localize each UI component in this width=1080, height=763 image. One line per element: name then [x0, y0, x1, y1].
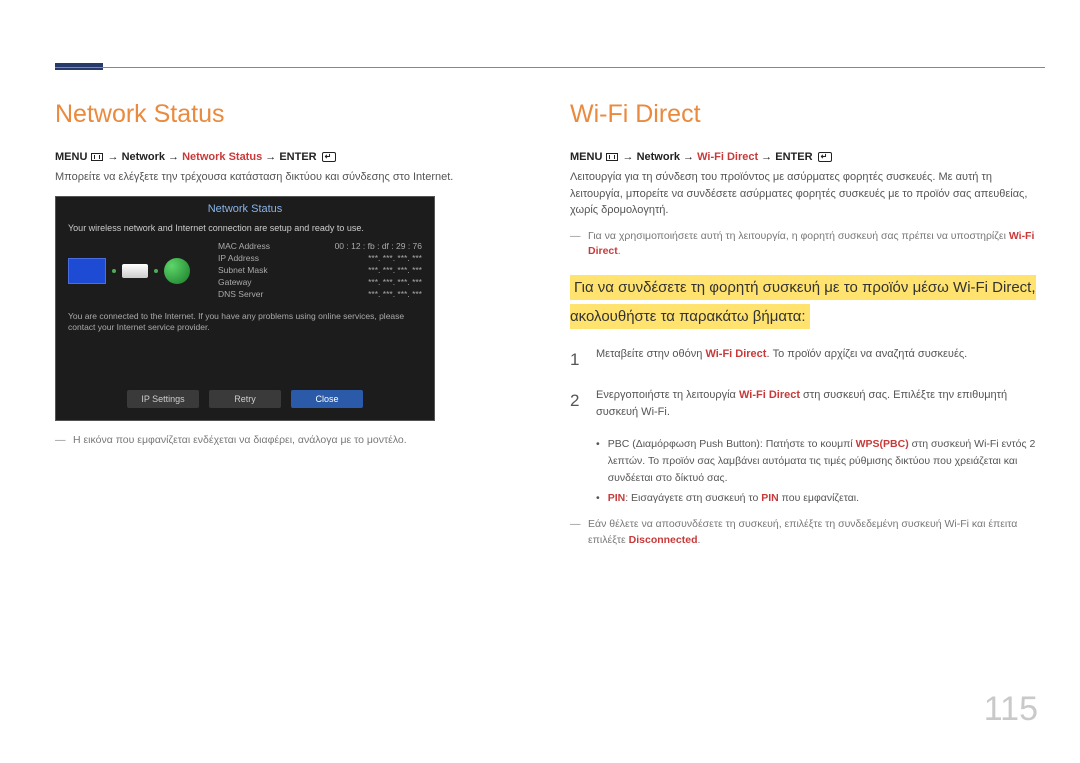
ss-connection-graphic: [68, 241, 218, 301]
wifi-direct-term: Wi-Fi Direct: [705, 348, 766, 360]
step-body: Μεταβείτε στην οθόνη Wi-Fi Direct. Το πρ…: [596, 346, 967, 373]
ss-key: Subnet Mask: [218, 265, 268, 275]
bullet-pin: PIN: Εισαγάγετε στη συσκευή το PIN που ε…: [596, 490, 1045, 507]
menu-grid-icon: [606, 153, 618, 161]
menu-path-network-status: MENU → Network → Network Status → ENTER: [55, 151, 530, 163]
body-text: Λειτουργία για τη σύνδεση του προϊόντος …: [570, 169, 1045, 219]
bullet-body: PIN: Εισαγάγετε στη συσκευή το PIN που ε…: [608, 490, 859, 507]
menu-grid-icon: [91, 153, 103, 161]
menu-label: MENU: [570, 151, 602, 163]
step-1: 1 Μεταβείτε στην οθόνη Wi-Fi Direct. Το …: [570, 346, 1045, 373]
wifi-direct-term: Wi-Fi Direct: [739, 389, 800, 401]
bullet-pbc: PBC (Διαμόρφωση Push Button): Πατήστε το…: [596, 436, 1045, 486]
step-2: 2 Ενεργοποιήστε τη λειτουργία Wi-Fi Dire…: [570, 387, 1045, 422]
ss-message: Your wireless network and Internet conne…: [68, 223, 422, 233]
image-note: Η εικόνα που εμφανίζεται ενδέχεται να δι…: [55, 433, 530, 449]
menu-step: ENTER: [279, 151, 316, 163]
step-text: Μεταβείτε στην οθόνη: [596, 348, 705, 360]
menu-step: Network: [122, 151, 165, 163]
body-text: Μπορείτε να ελέγξετε την τρέχουσα κατάστ…: [55, 169, 530, 186]
header-rule: [55, 67, 1045, 68]
ss-key: IP Address: [218, 253, 259, 263]
menu-step-highlight: Network Status: [182, 151, 262, 163]
bullet-text: : Εισαγάγετε στη συσκευή το: [625, 492, 761, 504]
left-column: Network Status MENU → Network → Network …: [55, 100, 530, 557]
step-number: 2: [570, 387, 584, 422]
close-button[interactable]: Close: [291, 390, 363, 408]
sub-heading: Για να συνδέσετε τη φορητή συσκευή με το…: [570, 275, 1036, 329]
step-text: . Το προϊόν αρχίζει να αναζητά συσκευές.: [766, 348, 967, 360]
menu-label: MENU: [55, 151, 87, 163]
step-text: Ενεργοποιήστε τη λειτουργία: [596, 389, 739, 401]
pin-term: PIN: [608, 492, 626, 504]
menu-path-wifi-direct: MENU → Network → Wi-Fi Direct → ENTER: [570, 151, 1045, 163]
page-number: 115: [984, 690, 1038, 729]
ss-val: 00 : 12 : fb : df : 29 : 76: [335, 241, 422, 251]
step-body: Ενεργοποιήστε τη λειτουργία Wi-Fi Direct…: [596, 387, 1045, 422]
support-note: Για να χρησιμοποιήσετε αυτή τη λειτουργί…: [570, 229, 1045, 261]
monitor-icon: [68, 258, 106, 284]
globe-icon: [164, 258, 190, 284]
ip-settings-button[interactable]: IP Settings: [127, 390, 199, 408]
section-title-network-status: Network Status: [55, 100, 530, 129]
wps-pbc-term: WPS(PBC): [856, 438, 909, 450]
note-text: Για να χρησιμοποιήσετε αυτή τη λειτουργί…: [588, 230, 1009, 242]
ss-val: ***. ***. ***. ***: [368, 277, 422, 287]
menu-step: Network: [637, 151, 680, 163]
disconnected-term: Disconnected: [629, 534, 698, 546]
ss-title: Network Status: [68, 203, 422, 215]
ss-val: ***. ***. ***. ***: [368, 289, 422, 299]
ss-key: Gateway: [218, 277, 252, 287]
enter-icon: [818, 152, 832, 162]
right-column: Wi-Fi Direct MENU → Network → Wi-Fi Dire…: [570, 100, 1045, 557]
ss-button-row: IP Settings Retry Close: [56, 390, 434, 408]
bullet-text: PBC (Διαμόρφωση Push Button): Πατήστε το…: [608, 438, 856, 450]
bullet-text: που εμφανίζεται.: [779, 492, 859, 504]
ss-footer-text: You are connected to the Internet. If yo…: [68, 311, 422, 333]
sub-heading-wrap: Για να συνδέσετε τη φορητή συσκευή με το…: [570, 274, 1045, 332]
step-number: 1: [570, 346, 584, 373]
bullet-body: PBC (Διαμόρφωση Push Button): Πατήστε το…: [608, 436, 1045, 486]
ss-key: MAC Address: [218, 241, 270, 251]
link-dot-icon: [112, 269, 116, 273]
enter-icon: [322, 152, 336, 162]
ss-val: ***. ***. ***. ***: [368, 265, 422, 275]
menu-step-highlight: Wi-Fi Direct: [697, 151, 758, 163]
network-status-screenshot: Network Status Your wireless network and…: [55, 196, 435, 421]
ss-info-table: MAC Address 00 : 12 : fb : df : 29 : 76 I…: [218, 241, 422, 301]
menu-step: ENTER: [775, 151, 812, 163]
retry-button[interactable]: Retry: [209, 390, 281, 408]
link-dot-icon: [154, 269, 158, 273]
pin-term: PIN: [761, 492, 779, 504]
router-icon: [122, 264, 148, 278]
ss-key: DNS Server: [218, 289, 263, 299]
disconnect-note: Εάν θέλετε να αποσυνδέσετε τη συσκευή, ε…: [570, 517, 1045, 549]
ss-val: ***. ***. ***. ***: [368, 253, 422, 263]
section-title-wifi-direct: Wi-Fi Direct: [570, 100, 1045, 129]
